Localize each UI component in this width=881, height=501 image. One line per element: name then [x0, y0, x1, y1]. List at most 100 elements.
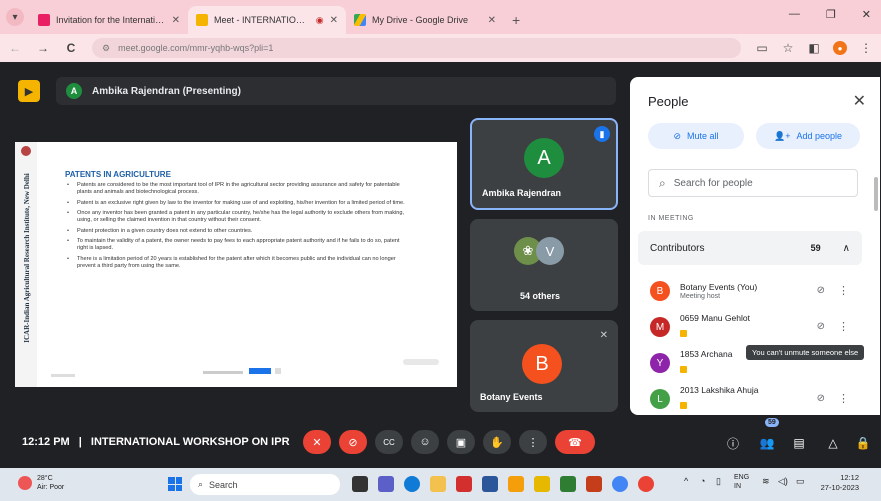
expand-less-icon[interactable]: ∧ — [843, 243, 850, 254]
taskbar-search-label: Search — [209, 479, 238, 490]
minimize-button[interactable]: — — [789, 8, 800, 21]
meeting-details-button[interactable]: ⓘ — [722, 432, 744, 454]
maximize-button[interactable]: ❐ — [826, 8, 836, 21]
slide-footer-bar — [203, 371, 243, 374]
gmail-favicon-icon — [38, 14, 50, 26]
leave-call-button[interactable]: ☎ — [555, 430, 595, 454]
taskbar-search[interactable]: ⌕ Search — [190, 474, 340, 495]
taskbar-clock[interactable]: 12:12 27-10-2023 — [821, 473, 859, 493]
presenter-label: Ambika Rajendran (Presenting) — [92, 85, 241, 97]
chrome-icon[interactable] — [612, 476, 628, 492]
mic-off-icon: ✕ — [312, 436, 322, 449]
participant-tile-presenter[interactable]: A ▮ Ambika Rajendran — [470, 118, 618, 210]
start-button[interactable] — [168, 477, 182, 491]
tab-drive[interactable]: My Drive - Google Drive ✕ — [346, 6, 504, 34]
weather-widget[interactable]: 28°C Air: Poor — [18, 474, 64, 492]
contributors-count: 59 — [810, 243, 821, 253]
file-explorer-icon[interactable] — [430, 476, 446, 492]
site-settings-icon[interactable]: ⚙ — [102, 43, 110, 54]
chrome-profile-icon[interactable] — [638, 476, 654, 492]
tray-device-icon[interactable]: ▯ — [716, 476, 721, 487]
add-people-label: Add people — [796, 131, 842, 141]
people-search-input[interactable]: ⌕ Search for people — [648, 169, 858, 197]
cast-icon[interactable]: ▭ — [755, 41, 769, 55]
powerpoint-icon[interactable] — [586, 476, 602, 492]
participant-tile-self[interactable]: B ✕ Botany Events — [470, 320, 618, 412]
excel-icon[interactable] — [560, 476, 576, 492]
address-bar[interactable]: ⚙ meet.google.com/mmr-yqhb-wqs?pli=1 — [92, 38, 741, 58]
tray-app-icon[interactable]: ◔ — [700, 476, 705, 486]
new-tab-button[interactable]: + — [512, 12, 520, 28]
participant-row[interactable]: B Botany Events (You) Meeting host ⊘ ⋮ — [650, 273, 855, 309]
clock-time: 12:12 — [840, 473, 859, 482]
presenter-bar: A Ambika Rajendran (Presenting) — [56, 77, 616, 105]
panel-scrollbar[interactable] — [874, 177, 878, 211]
search-placeholder: Search for people — [673, 177, 753, 189]
more-options-icon[interactable]: ⋮ — [838, 392, 849, 405]
hangup-icon: ☎ — [568, 436, 582, 449]
forward-icon[interactable]: → — [36, 41, 50, 55]
slide-bullet: Patent is an exclusive right given by la… — [65, 200, 405, 207]
tab-close-icon[interactable]: ✕ — [488, 15, 496, 26]
close-window-button[interactable]: ✕ — [862, 8, 871, 21]
mcafee-icon[interactable] — [456, 476, 472, 492]
battery-icon[interactable]: ▭ — [796, 476, 805, 487]
browser-tabstrip: ▾ Invitation for the Internationa ✕ Meet… — [0, 0, 881, 34]
tab-close-icon[interactable]: ✕ — [330, 15, 338, 26]
meet-favicon-icon — [196, 14, 208, 26]
people-button[interactable]: 👥 — [756, 432, 778, 454]
search-icon: ⌕ — [198, 479, 204, 489]
tab-close-icon[interactable]: ✕ — [172, 15, 180, 26]
back-icon[interactable]: ← — [8, 41, 22, 55]
edge-icon[interactable] — [404, 476, 420, 492]
wifi-icon[interactable]: ≋ — [762, 476, 770, 487]
mic-off-icon[interactable]: ⊘ — [817, 321, 825, 332]
hand-raised-icon — [680, 365, 687, 373]
others-count: 54 others — [520, 291, 561, 301]
more-options-button[interactable]: ⋮ — [519, 430, 547, 454]
reactions-button[interactable]: ☺ — [411, 430, 439, 454]
more-vert-icon: ⋮ — [527, 436, 539, 449]
present-button[interactable]: ▣ — [447, 430, 475, 454]
tab-meet[interactable]: Meet - INTERNATIONAL V ◉ ✕ — [188, 6, 346, 34]
more-options-icon[interactable]: ⋮ — [838, 320, 849, 333]
language-indicator[interactable]: ENG IN — [734, 473, 749, 491]
tab-search-icon[interactable]: ▾ — [6, 8, 24, 26]
mic-off-icon[interactable]: ⊘ — [817, 285, 825, 296]
slide-bullet: Once any inventor has been granted a pat… — [65, 210, 405, 224]
meeting-info: 12:12 PM | INTERNATIONAL WORKSHOP ON IPR — [22, 436, 290, 448]
url-text: meet.google.com/mmr-yqhb-wqs?pli=1 — [118, 43, 274, 53]
captions-button[interactable]: CC — [375, 430, 403, 454]
hand-icon: ✋ — [490, 436, 504, 449]
participant-row[interactable]: L 2013 Lakshika Ahuja ⊘ ⋮ — [650, 381, 855, 415]
browser-menu-icon[interactable]: ⋮ — [859, 41, 873, 55]
participant-avatar: M — [650, 317, 670, 337]
raise-hand-button[interactable]: ✋ — [483, 430, 511, 454]
camera-toggle-button[interactable]: ⊘ — [339, 430, 367, 454]
people-icon: 👥 — [759, 436, 775, 450]
reload-icon[interactable]: C — [64, 41, 78, 55]
activities-button[interactable]: △ — [822, 432, 844, 454]
mute-all-button[interactable]: ⊘ Mute all — [648, 123, 744, 149]
participant-tile-others[interactable]: ❀ V 54 others — [470, 219, 618, 311]
task-view-icon[interactable] — [352, 476, 368, 492]
profile-avatar[interactable]: ● — [833, 41, 847, 55]
mic-off-icon[interactable]: ⊘ — [817, 393, 825, 404]
volume-icon[interactable]: ◁) — [778, 476, 788, 487]
app-icon[interactable] — [508, 476, 524, 492]
folder-icon[interactable] — [534, 476, 550, 492]
add-people-button[interactable]: 👤+ Add people — [756, 123, 860, 149]
tray-overflow-icon[interactable]: ^ — [684, 476, 688, 486]
word-icon[interactable] — [482, 476, 498, 492]
host-controls-button[interactable]: 🔒 — [852, 432, 874, 454]
participant-row[interactable]: M 0659 Manu Gehlot ⊘ ⋮ — [650, 309, 855, 345]
more-options-icon[interactable]: ⋮ — [838, 284, 849, 297]
contributors-section[interactable]: Contributors 59 ∧ — [638, 231, 862, 265]
mic-toggle-button[interactable]: ✕ — [303, 430, 331, 454]
side-panel-icon[interactable]: ◧ — [807, 41, 821, 55]
close-panel-icon[interactable]: ✕ — [853, 91, 866, 111]
bookmark-star-icon[interactable]: ☆ — [781, 41, 795, 55]
tab-invitation[interactable]: Invitation for the Internationa ✕ — [30, 6, 188, 34]
chat-button[interactable]: ▤ — [788, 432, 810, 454]
teams-icon[interactable] — [378, 476, 394, 492]
